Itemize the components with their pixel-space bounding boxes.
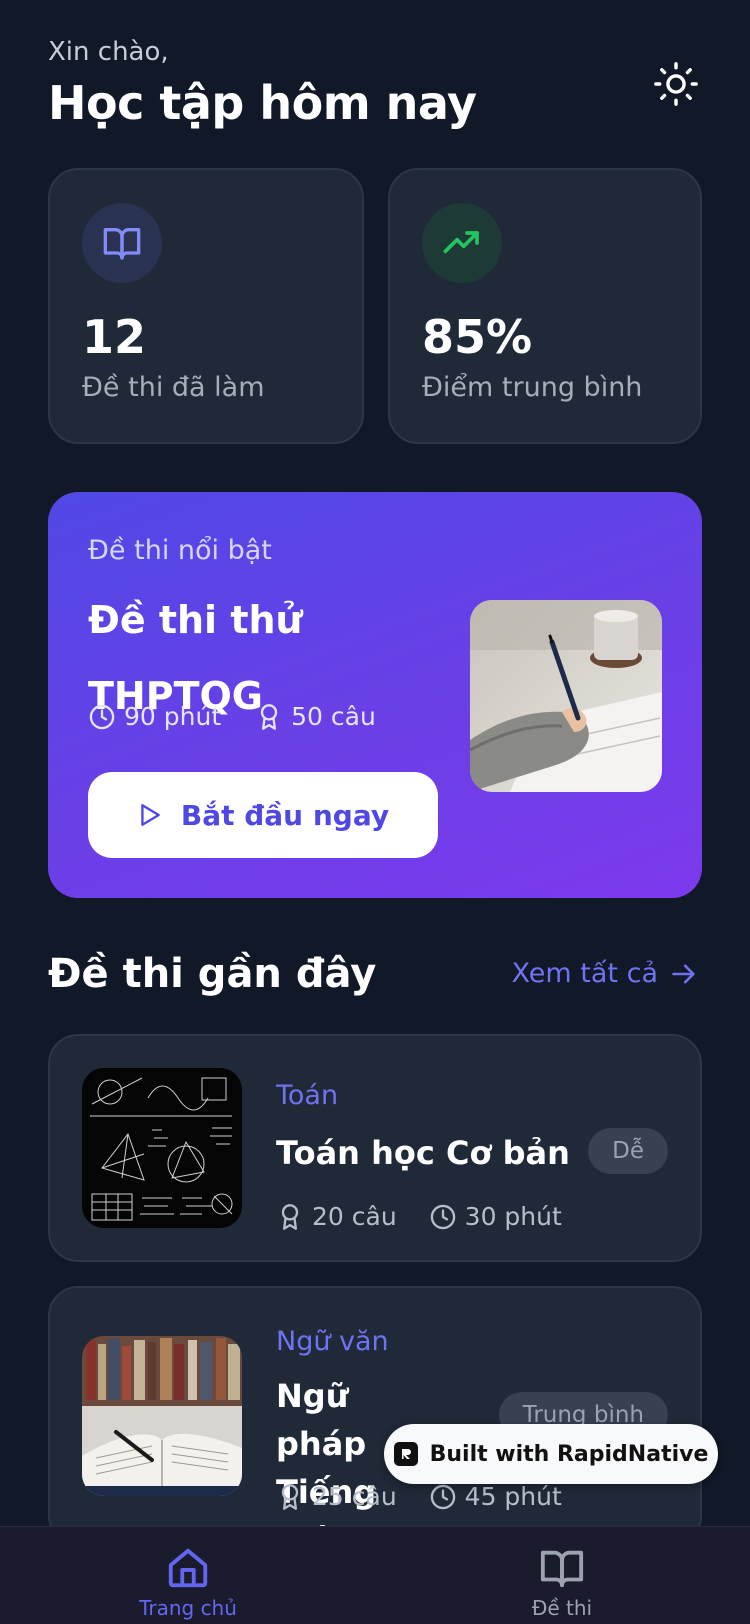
start-now-label: Bắt đầu ngay — [180, 798, 390, 832]
award-icon — [260, 703, 278, 730]
tab-label: Trang chủ — [139, 1596, 237, 1620]
questions-meta: 20 câu — [276, 1202, 397, 1231]
exam-meta: 20 câu 30 phút — [276, 1202, 594, 1231]
award-icon — [281, 1203, 299, 1230]
see-all-link[interactable]: Xem tất cả — [512, 956, 698, 992]
tab-label: Đề thi — [531, 1596, 593, 1620]
play-icon — [141, 804, 160, 826]
duration-text: 45 phút — [464, 1482, 562, 1511]
questions-text: 25 câu — [312, 1482, 397, 1511]
featured-exam-card[interactable]: Đề thi nổi bật Đề thi thử THPTQG 90 phút… — [48, 492, 702, 898]
questions-text: 50 câu — [291, 702, 376, 731]
award-icon — [281, 1483, 299, 1510]
questions-meta: 25 câu — [276, 1482, 397, 1511]
exam-card[interactable]: Toán Toán học Cơ bản 20 câu 30 phút Dễ — [48, 1034, 702, 1262]
page-title: Học tập hôm nay — [48, 76, 477, 130]
built-with-label: Built with RapidNative — [429, 1441, 709, 1467]
stat-value: 12 — [82, 310, 147, 364]
featured-kicker: Đề thi nổi bật — [88, 535, 272, 566]
exam-card[interactable]: Ngữ văn Ngữ pháp Tiếng Việt 25 câu 45 ph… — [48, 1286, 702, 1559]
stat-icon-wrap — [422, 203, 502, 283]
questions-text: 20 câu — [312, 1202, 397, 1231]
exam-meta: 25 câu 45 phút — [276, 1482, 594, 1511]
book-open-icon — [540, 1550, 584, 1588]
home-icon — [168, 1548, 208, 1588]
clock-icon — [430, 1204, 455, 1229]
rapidnative-logo-icon — [393, 1442, 418, 1466]
stat-value: 85% — [422, 310, 533, 364]
stat-label: Đề thi đã làm — [82, 372, 265, 403]
see-all-label: Xem tất cả — [511, 958, 658, 989]
stat-card-average-score: 85% Điểm trung bình — [388, 168, 702, 444]
difficulty-badge: Dễ — [588, 1128, 668, 1174]
greeting-text: Xin chào, — [48, 37, 169, 67]
header: Xin chào, Học tập hôm nay — [48, 34, 702, 134]
exam-thumbnail — [82, 1068, 242, 1228]
stat-card-exams-done: 12 Đề thi đã làm — [48, 168, 364, 444]
stat-label: Điểm trung bình — [422, 372, 643, 403]
duration-text: 90 phút — [124, 702, 222, 731]
duration-meta: 30 phút — [429, 1202, 562, 1231]
arrow-right-icon — [672, 964, 695, 984]
exam-category: Toán — [276, 1080, 339, 1111]
built-with-badge[interactable]: Built with RapidNative — [384, 1424, 718, 1484]
exam-category: Ngữ văn — [276, 1326, 389, 1357]
questions-meta: 50 câu — [255, 702, 376, 731]
exam-thumbnail — [82, 1336, 242, 1496]
start-now-button[interactable]: Bắt đầu ngay — [88, 772, 438, 858]
tab-exams[interactable]: Đề thi — [482, 1545, 642, 1621]
sun-icon — [654, 62, 698, 106]
recent-exams-title: Đề thi gần đây — [48, 951, 377, 997]
book-open-icon — [103, 228, 141, 260]
trending-up-icon — [443, 231, 479, 254]
duration-text: 30 phút — [464, 1202, 562, 1231]
tab-home[interactable]: Trang chủ — [108, 1545, 268, 1621]
bottom-tab-bar: Trang chủ Đề thi — [0, 1526, 750, 1624]
duration-meta: 45 phút — [429, 1482, 562, 1511]
featured-meta: 90 phút 50 câu — [88, 702, 410, 731]
featured-image — [470, 600, 662, 792]
duration-meta: 90 phút — [88, 702, 221, 731]
exam-title: Toán học Cơ bản — [276, 1134, 570, 1172]
clock-icon — [430, 1484, 455, 1509]
theme-toggle-button[interactable] — [650, 58, 702, 110]
stat-icon-wrap — [82, 203, 162, 283]
clock-icon — [89, 704, 115, 729]
